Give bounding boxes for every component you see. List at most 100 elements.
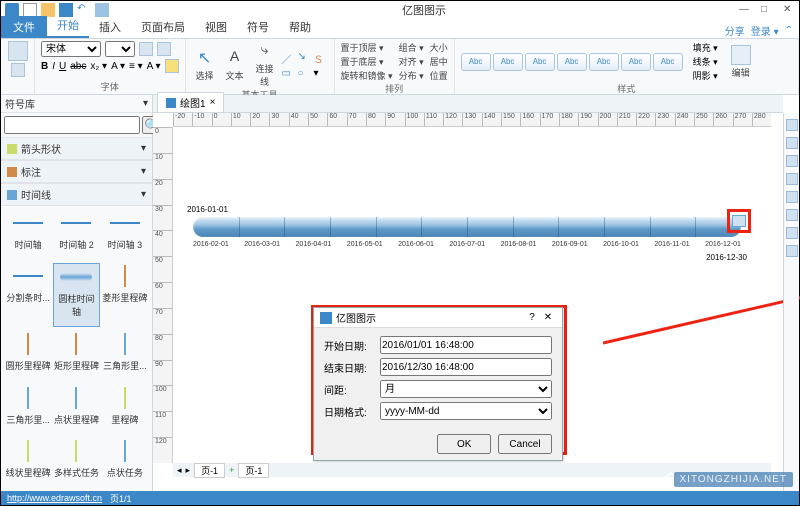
collapse-ribbon-icon[interactable]: ⌃ <box>785 25 793 36</box>
underline-button[interactable]: U <box>59 61 66 72</box>
start-date-input[interactable] <box>380 336 552 354</box>
tab-home[interactable]: 开始 <box>47 14 89 38</box>
shape-item[interactable]: 点状任务 <box>102 438 148 487</box>
shrink-font-icon[interactable] <box>157 42 171 56</box>
style-chip[interactable]: Abc <box>525 53 555 71</box>
tab-layout[interactable]: 页面布局 <box>131 16 195 38</box>
shape-item[interactable]: 分割条时... <box>5 263 51 327</box>
tool-icon[interactable] <box>786 209 798 221</box>
new-icon[interactable] <box>23 3 37 17</box>
font-color-button[interactable]: A ▾ <box>111 61 125 72</box>
end-date-input[interactable] <box>380 358 552 376</box>
select-tool[interactable]: ↖选择 <box>192 48 218 82</box>
edit-button[interactable]: 编辑 <box>728 45 754 79</box>
strike-button[interactable]: abc <box>70 61 86 72</box>
timeline-bar[interactable] <box>193 217 741 237</box>
dialog-help-button[interactable]: ? <box>524 312 540 323</box>
library-category[interactable]: 标注▾ <box>1 160 152 183</box>
page-next-icon[interactable]: ▸ <box>186 465 191 476</box>
font-family-select[interactable]: 宋体 <box>41 41 101 57</box>
grow-font-icon[interactable] <box>139 42 153 56</box>
search-input[interactable] <box>4 116 140 134</box>
canvas[interactable]: 2016-01-01 2016-02-012016-03-012016-04-0… <box>173 127 771 463</box>
cancel-button[interactable]: Cancel <box>498 434 552 454</box>
status-url[interactable]: http://www.edrawsoft.cn <box>7 493 102 503</box>
style-chip[interactable]: Abc <box>557 53 587 71</box>
shape-item[interactable]: 时间轴 <box>5 210 51 259</box>
line-button[interactable]: 线条 ▾ <box>693 55 718 68</box>
library-menu-icon[interactable]: ▾ <box>143 98 148 109</box>
shadow-button[interactable]: 阴影 ▾ <box>693 69 718 82</box>
shape-item[interactable]: 多样式任务 <box>53 438 99 487</box>
style-chip[interactable]: Abc <box>461 53 491 71</box>
tab-view[interactable]: 视图 <box>195 16 237 38</box>
format-painter-icon[interactable] <box>165 59 179 73</box>
rect-shape-icon[interactable]: ▭ <box>282 68 296 79</box>
style-chip[interactable]: Abc <box>621 53 651 71</box>
shape-item[interactable]: 三角形里... <box>5 385 51 434</box>
fill-button[interactable]: 填充 ▾ <box>693 41 718 54</box>
line-shape-icon[interactable]: ／ <box>282 51 296 66</box>
shape-item[interactable]: 矩形里程碑 <box>53 331 99 380</box>
style-chip[interactable]: Abc <box>493 53 523 71</box>
doc-tab[interactable]: 绘图1 × <box>157 92 224 112</box>
tool-icon[interactable] <box>786 119 798 131</box>
page-prev-icon[interactable]: ◂ <box>177 465 182 476</box>
add-page-button[interactable]: + <box>229 465 234 475</box>
italic-button[interactable]: I <box>52 61 55 72</box>
page-tab[interactable]: 页-1 <box>194 463 225 478</box>
shape-item[interactable]: 线状里程碑 <box>5 438 51 487</box>
style-chip[interactable]: Abc <box>653 53 683 71</box>
curve-shape-icon[interactable]: Ｓ <box>314 51 328 66</box>
diagram-icon[interactable] <box>95 3 109 17</box>
text-tool[interactable]: A文本 <box>222 48 248 82</box>
tool-icon[interactable] <box>786 245 798 257</box>
distribute-button[interactable]: 分布 ▾ <box>399 69 424 82</box>
tab-symbol[interactable]: 符号 <box>237 16 279 38</box>
shape-item[interactable]: 时间轴 2 <box>53 210 99 259</box>
tab-insert[interactable]: 插入 <box>89 16 131 38</box>
minimize-button[interactable]: — <box>739 4 751 16</box>
action-button-icon[interactable] <box>732 215 746 227</box>
bullet-button[interactable]: ≡ ▾ <box>129 61 143 72</box>
connector-tool[interactable]: ⤷连接线 <box>252 41 278 88</box>
shape-item[interactable]: 圆形里程碑 <box>5 331 51 380</box>
format-select[interactable]: yyyy-MM-dd <box>380 402 552 420</box>
paste-icon[interactable] <box>8 41 28 61</box>
shape-item[interactable]: 圆柱时间轴 <box>53 263 99 327</box>
interval-select[interactable]: 月 <box>380 380 552 398</box>
arrow-shape-icon[interactable]: ↘ <box>298 51 312 66</box>
shape-item[interactable]: 点状里程碑 <box>53 385 99 434</box>
bold-button[interactable]: B <box>41 61 48 72</box>
tool-icon[interactable] <box>786 191 798 203</box>
file-tab[interactable]: 文件 <box>1 16 47 38</box>
library-category[interactable]: 箭头形状▾ <box>1 137 152 160</box>
shape-item[interactable]: 时间轴 3 <box>102 210 148 259</box>
align-button[interactable]: 对齐 ▾ <box>399 55 424 68</box>
subscript-button[interactable]: x₂ ▾ <box>90 61 107 72</box>
shape-item[interactable]: 菱形里程碑 <box>102 263 148 327</box>
library-category[interactable]: 时间线▾ <box>1 183 152 206</box>
timeline-shape[interactable]: 2016-01-01 2016-02-012016-03-012016-04-0… <box>193 217 741 243</box>
tool-icon[interactable] <box>786 155 798 167</box>
rotate-button[interactable]: 旋转和镜像 ▾ <box>341 69 393 82</box>
tab-help[interactable]: 帮助 <box>279 16 321 38</box>
tool-icon[interactable] <box>786 173 798 185</box>
page-tab[interactable]: 页-1 <box>238 463 269 478</box>
highlight-button[interactable]: A ▾ <box>147 61 161 72</box>
shape-item[interactable]: 里程碑 <box>102 385 148 434</box>
dialog-close-button[interactable]: ✕ <box>540 312 556 323</box>
share-link[interactable]: 分享 <box>725 23 745 38</box>
tool-icon[interactable] <box>786 227 798 239</box>
size-button[interactable]: 大小 <box>430 41 448 54</box>
tool-icon[interactable] <box>786 137 798 149</box>
doc-tab-close-icon[interactable]: × <box>210 97 216 108</box>
center-button[interactable]: 居中 <box>430 55 448 68</box>
send-back-button[interactable]: 置于底层 ▾ <box>341 55 393 68</box>
group-button[interactable]: 组合 ▾ <box>399 41 424 54</box>
position-button[interactable]: 位置 <box>430 69 448 82</box>
font-size-select[interactable] <box>105 41 135 57</box>
style-gallery[interactable]: Abc Abc Abc Abc Abc Abc Abc <box>461 53 683 71</box>
copy-icon[interactable] <box>11 63 25 77</box>
bring-front-button[interactable]: 置于顶层 ▾ <box>341 41 393 54</box>
